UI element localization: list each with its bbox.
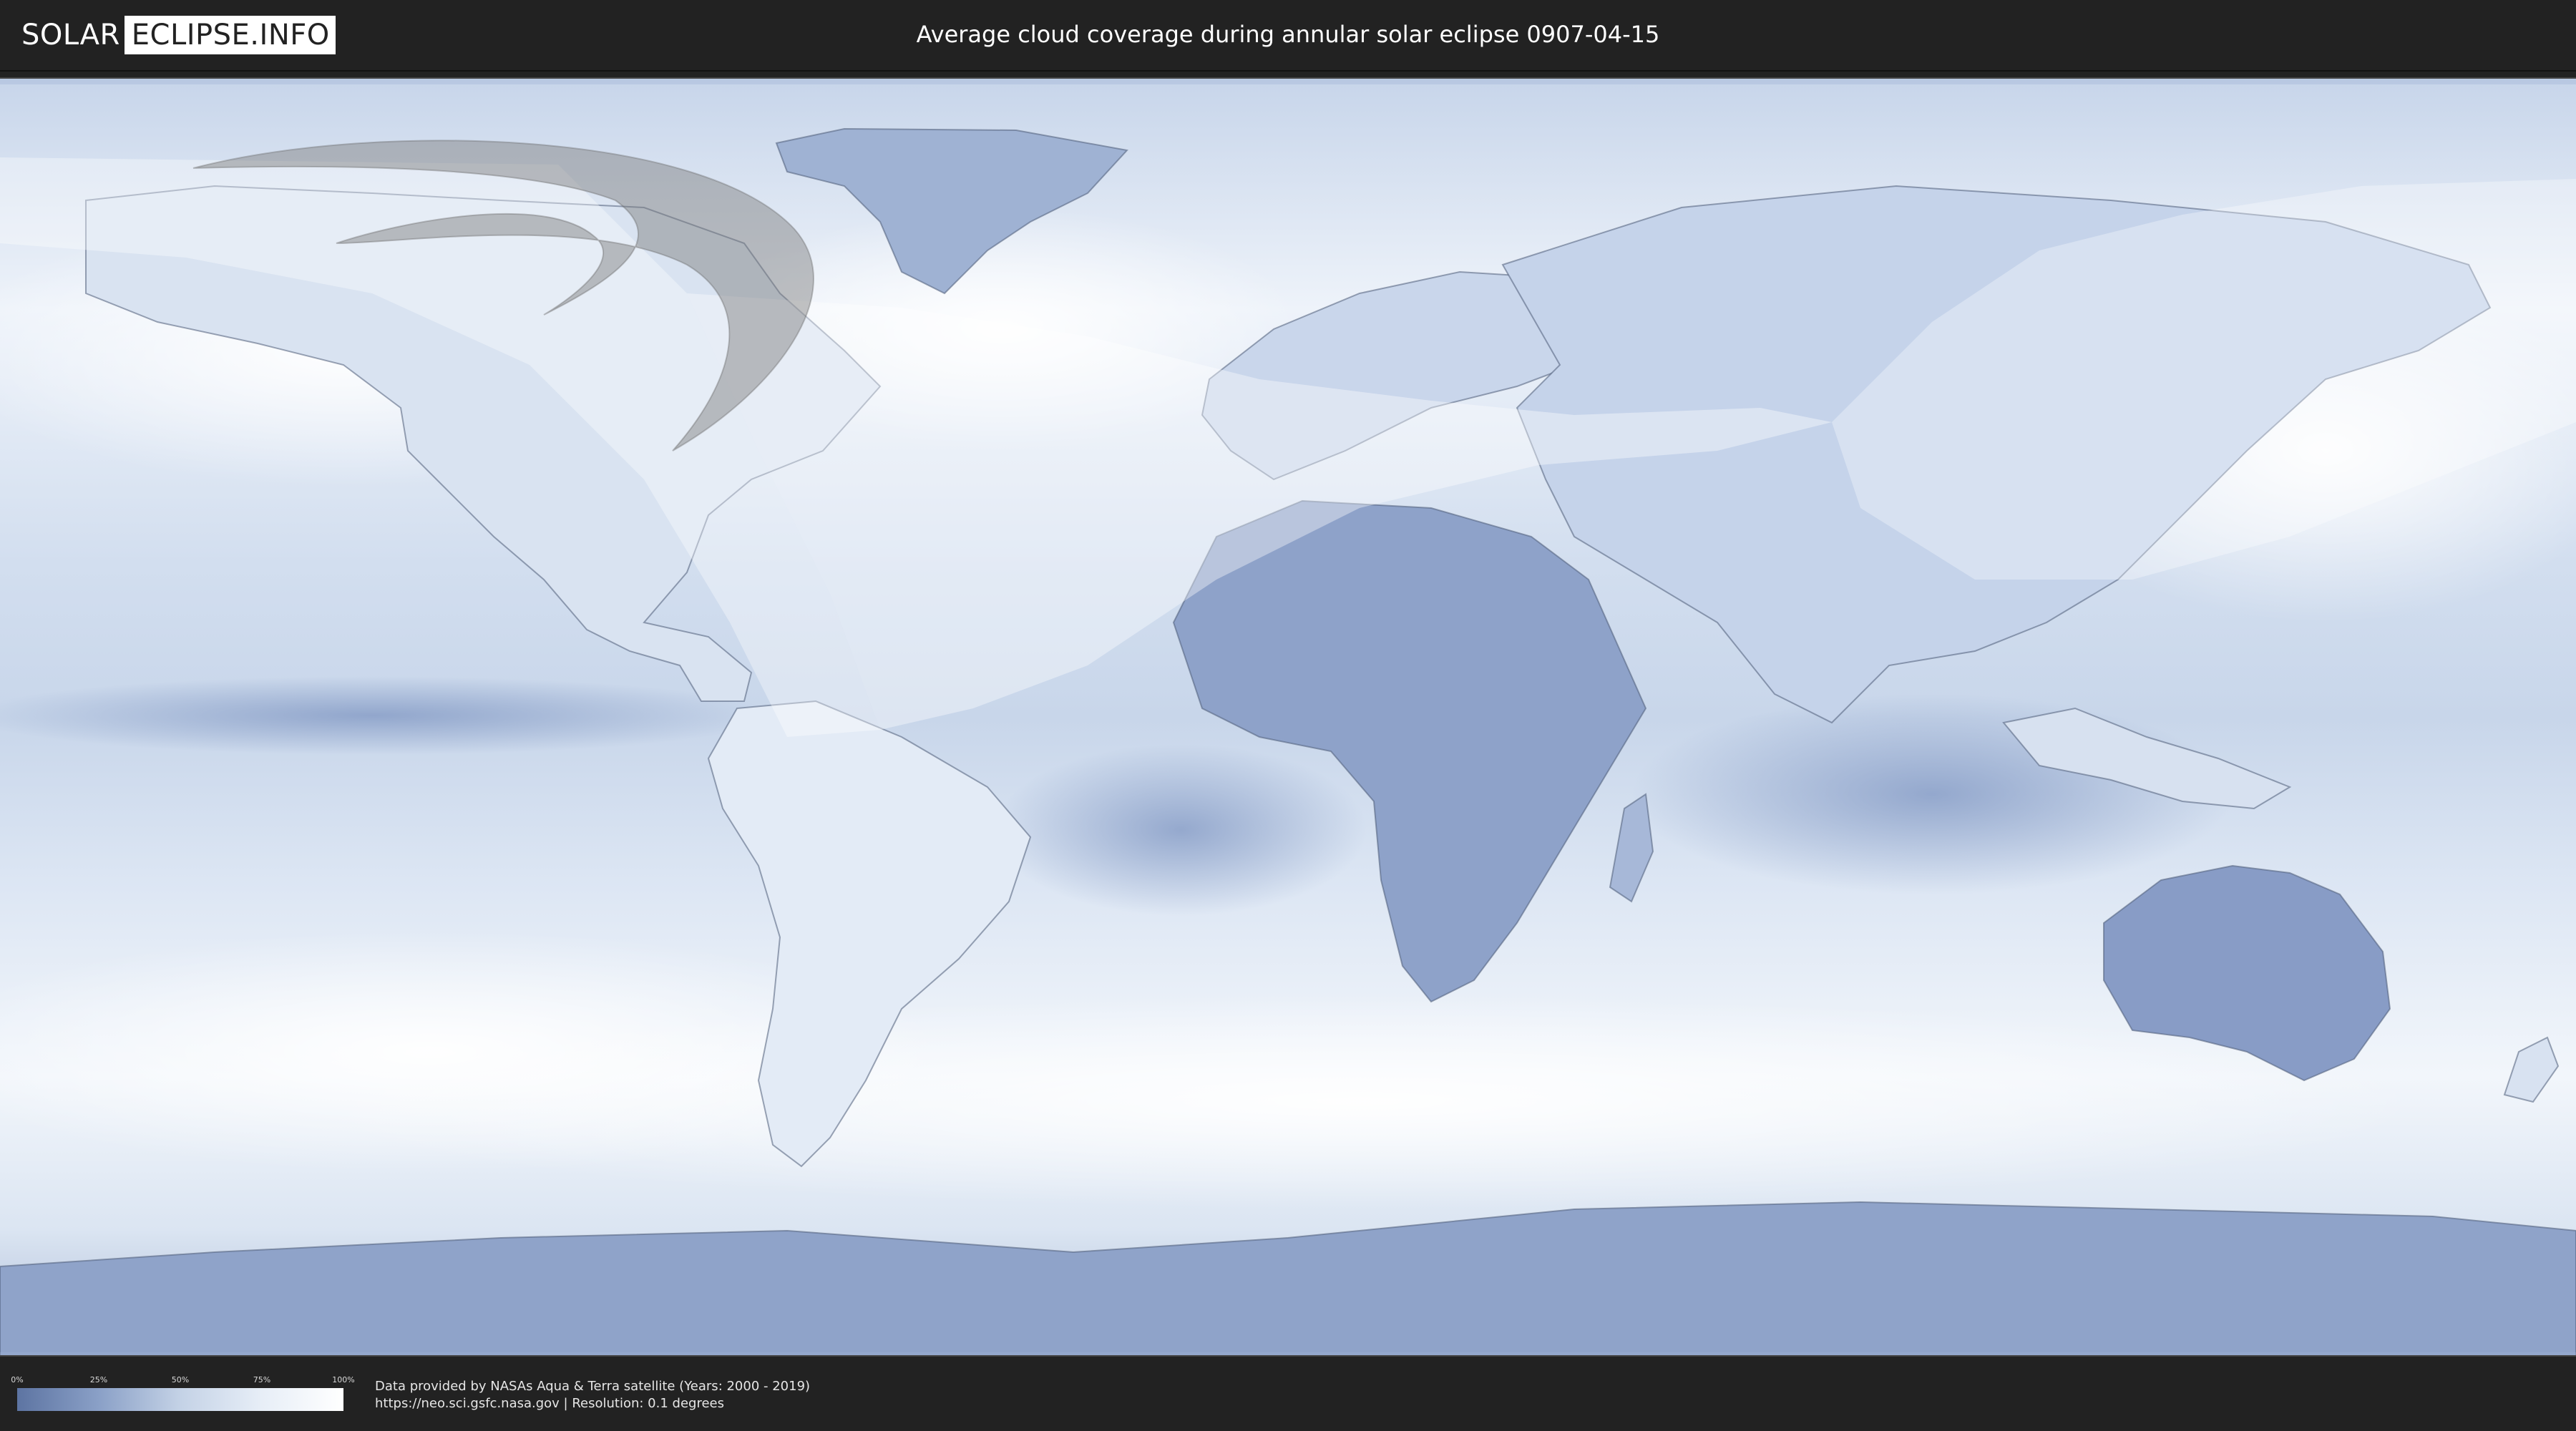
world-map-svg — [0, 79, 2576, 1355]
clear-band-pacific-itcz — [0, 676, 773, 755]
legend-gradient-bar — [17, 1388, 343, 1411]
footer-bar: 0% 25% 50% 75% 100% Data provided by NAS… — [0, 1358, 2576, 1431]
clear-band-south-atlantic — [995, 744, 1367, 916]
legend-tick-50: 50% — [171, 1375, 190, 1384]
cloud-coverage-map — [0, 77, 2576, 1357]
map-frame-shade-top — [0, 79, 2576, 84]
credits-line-2[interactable]: https://neo.sci.gsfc.nasa.gov | Resoluti… — [375, 1395, 810, 1412]
page-title: Average cloud coverage during annular so… — [916, 21, 1660, 48]
legend-tick-25: 25% — [89, 1375, 108, 1384]
legend-tick-75: 75% — [253, 1375, 271, 1384]
header-bar: SOLAR ECLIPSE.INFO Average cloud coverag… — [0, 0, 2576, 72]
clear-band-indian-ocean — [1631, 694, 2233, 894]
legend-ticks: 0% 25% 50% 75% 100% — [11, 1375, 354, 1388]
legend-tick-100: 100% — [332, 1375, 355, 1384]
credits-line-1: Data provided by NASAs Aqua & Terra sate… — [375, 1379, 811, 1394]
data-credits: Data provided by NASAs Aqua & Terra sate… — [375, 1378, 810, 1412]
legend-tick-0: 0% — [11, 1375, 24, 1384]
cloud-coverage-legend: 0% 25% 50% 75% 100% — [11, 1375, 355, 1411]
cloud-band-southern-ocean — [286, 995, 2433, 1209]
map-frame-shade-bottom — [0, 1352, 2576, 1355]
